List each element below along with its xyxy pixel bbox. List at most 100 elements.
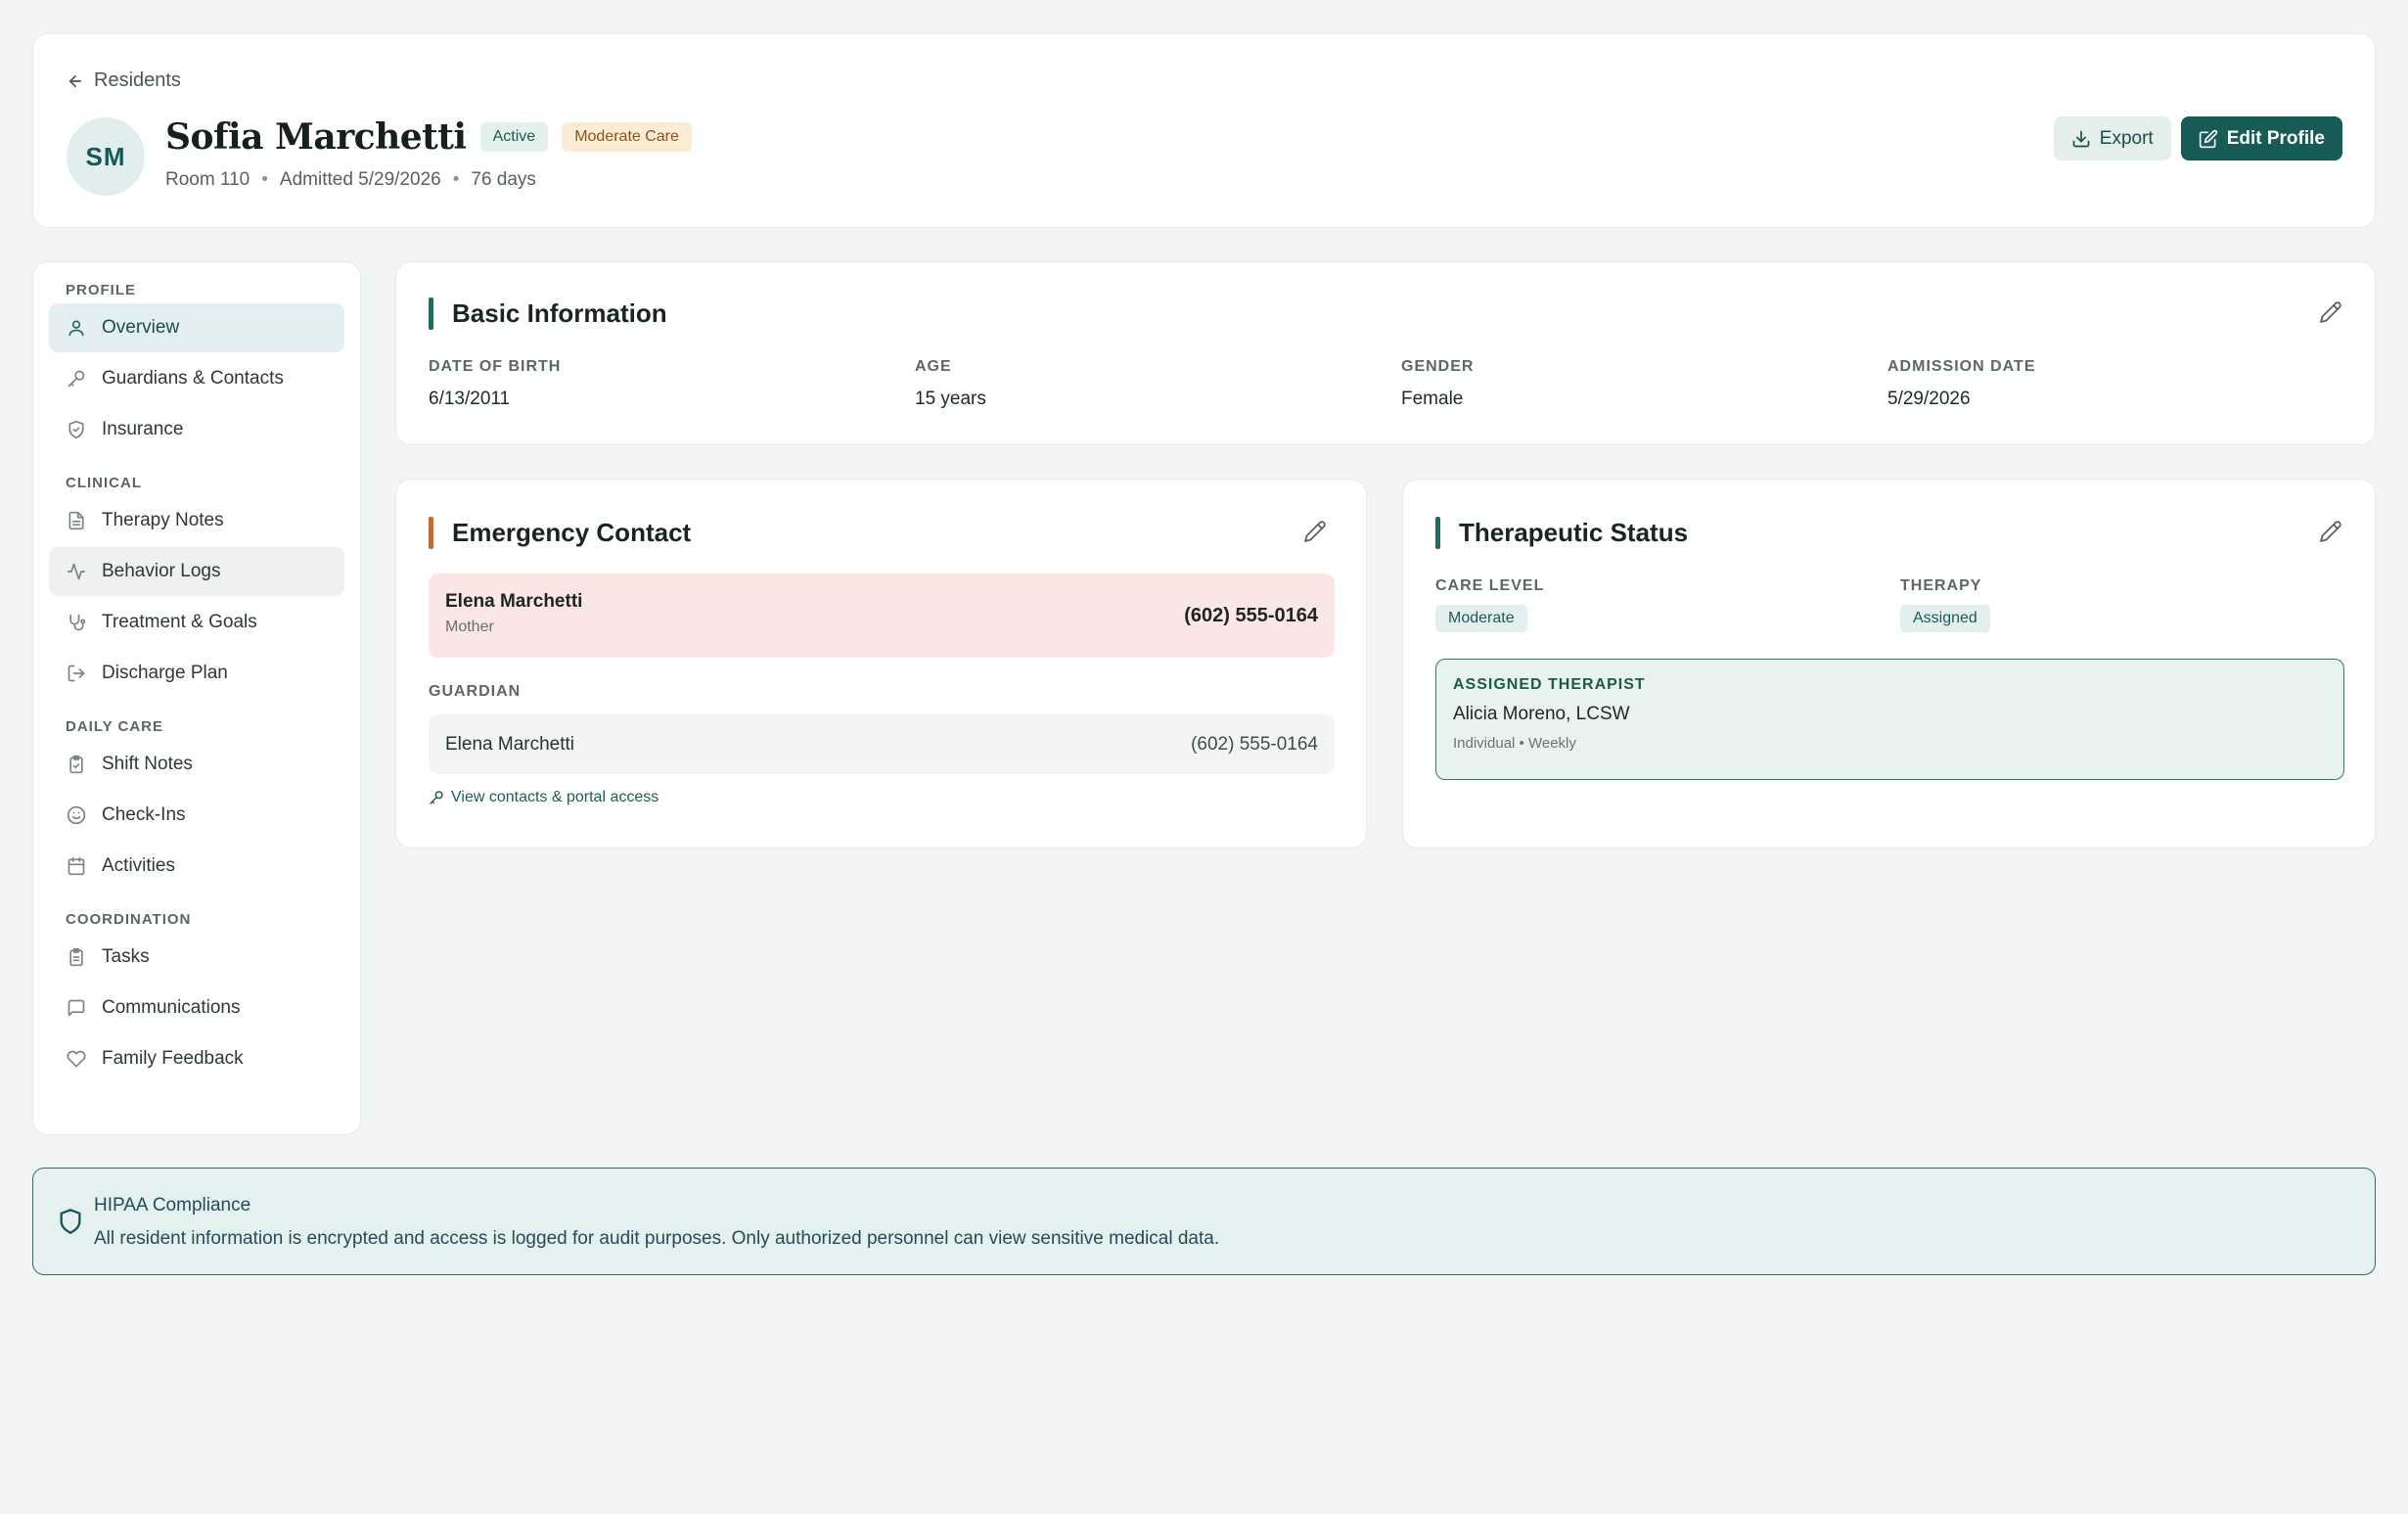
sidebar-item-label: Overview	[102, 317, 180, 338]
sidebar-item-activities[interactable]: Activities	[49, 842, 344, 891]
back-link-label: Residents	[94, 69, 181, 91]
sidebar-nav: PROFILE Overview Guardians & Contacts In…	[32, 261, 361, 1135]
emergency-contact-panel: Emergency Contact Elena Marchetti Mother…	[395, 479, 1367, 849]
sidebar-item-communications[interactable]: Communications	[49, 984, 344, 1032]
therapy-pill: Assigned	[1900, 605, 1990, 632]
sidebar-item-tasks[interactable]: Tasks	[49, 933, 344, 982]
care-level-field: CARE LEVEL Moderate	[1435, 577, 1544, 632]
log-out-icon	[67, 664, 86, 683]
field-admission-date: ADMISSION DATE 5/29/2026	[1887, 358, 2374, 410]
separator-dot: •	[261, 169, 268, 190]
sidebar-item-shift-notes[interactable]: Shift Notes	[49, 740, 344, 789]
care-level-label: CARE LEVEL	[1435, 577, 1545, 594]
therapeutic-status-panel: Therapeutic Status CARE LEVEL Moderate T…	[1402, 479, 2376, 849]
assigned-therapist-card: ASSIGNED THERAPIST Alicia Moreno, LCSW I…	[1435, 659, 2344, 780]
guardian-phone[interactable]: (602) 555-0164	[1191, 734, 1318, 756]
hipaa-text: All resident information is encrypted an…	[94, 1228, 1220, 1249]
view-contacts-label: View contacts & portal access	[451, 789, 659, 805]
nav-heading-clinical: CLINICAL	[66, 475, 142, 491]
sidebar-item-label: Behavior Logs	[102, 561, 221, 581]
pencil-icon[interactable]	[2319, 520, 2342, 543]
key-icon	[429, 790, 444, 805]
therapist-name: Alicia Moreno, LCSW	[1453, 704, 1630, 724]
basic-information-panel: Basic Information DATE OF BIRTH 6/13/201…	[395, 261, 2376, 445]
therapy-label: THERAPY	[1900, 577, 1982, 594]
field-label: ADMISSION DATE	[1887, 358, 2036, 375]
title-accent-bar	[1435, 517, 1440, 549]
emergency-contact-phone[interactable]: (602) 555-0164	[1184, 605, 1318, 627]
clipboard-check-icon	[67, 755, 86, 774]
basic-info-fields: DATE OF BIRTH 6/13/2011 AGE 15 years GEN…	[429, 358, 2374, 410]
activity-icon	[67, 562, 86, 581]
nav-heading-coordination: COORDINATION	[66, 911, 192, 928]
nav-section-clinical: CLINICAL Therapy Notes Behavior Logs Tre…	[33, 473, 360, 698]
sidebar-item-check-ins[interactable]: Check-Ins	[49, 791, 344, 840]
hipaa-compliance-banner: HIPAA Compliance All resident informatio…	[32, 1168, 2376, 1275]
care-level-badge: Moderate Care	[562, 122, 692, 152]
field-label: GENDER	[1401, 358, 1475, 375]
sidebar-item-label: Guardians & Contacts	[102, 368, 284, 389]
sidebar-item-label: Therapy Notes	[102, 510, 224, 530]
therapeutic-status-title: Therapeutic Status	[1459, 518, 1689, 547]
field-value: 5/29/2026	[1887, 389, 1971, 409]
sidebar-item-label: Activities	[102, 855, 175, 876]
sidebar-item-treatment-goals[interactable]: Treatment & Goals	[49, 598, 344, 647]
back-to-residents-link[interactable]: Residents	[67, 69, 181, 92]
arrow-left-icon	[67, 72, 84, 90]
sidebar-item-label: Insurance	[102, 419, 184, 439]
sidebar-item-label: Discharge Plan	[102, 663, 228, 683]
sidebar-item-label: Communications	[102, 997, 241, 1018]
sidebar-item-guardians[interactable]: Guardians & Contacts	[49, 354, 344, 403]
assigned-therapist-label: ASSIGNED THERAPIST	[1453, 676, 1646, 693]
panel-title: Therapeutic Status	[1435, 517, 1688, 549]
heart-icon	[67, 1049, 86, 1069]
admitted-date: Admitted 5/29/2026	[279, 169, 441, 190]
field-label: AGE	[915, 358, 952, 375]
title-accent-bar	[429, 298, 433, 330]
download-icon	[2071, 129, 2091, 149]
smile-icon	[67, 805, 86, 825]
resident-header: Residents SM Sofia Marchetti Active Mode…	[32, 33, 2376, 228]
care-level-pill: Moderate	[1435, 605, 1527, 632]
pencil-icon[interactable]	[1303, 520, 1327, 543]
sidebar-item-family-feedback[interactable]: Family Feedback	[49, 1034, 344, 1083]
days-count: 76 days	[471, 169, 536, 190]
sidebar-item-discharge-plan[interactable]: Discharge Plan	[49, 649, 344, 698]
sidebar-item-label: Family Feedback	[102, 1048, 244, 1069]
panel-title: Basic Information	[429, 298, 667, 330]
guardian-row: Elena Marchetti (602) 555-0164	[429, 714, 1335, 774]
edit-square-icon	[2199, 129, 2218, 149]
nav-section-coordination: COORDINATION Tasks Communications Family…	[33, 909, 360, 1083]
sidebar-item-label: Shift Notes	[102, 754, 193, 774]
sidebar-item-label: Check-Ins	[102, 804, 186, 825]
sidebar-item-label: Tasks	[102, 946, 150, 967]
pencil-icon[interactable]	[2319, 300, 2342, 324]
export-button[interactable]: Export	[2053, 116, 2171, 161]
edit-profile-button[interactable]: Edit Profile	[2180, 116, 2342, 161]
sidebar-item-therapy-notes[interactable]: Therapy Notes	[49, 496, 344, 545]
avatar: SM	[67, 117, 145, 196]
basic-info-title: Basic Information	[452, 298, 667, 328]
guardian-name: Elena Marchetti	[445, 733, 575, 755]
separator-dot: •	[452, 169, 460, 190]
nav-section-profile: PROFILE Overview Guardians & Contacts In…	[33, 280, 360, 454]
panel-title: Emergency Contact	[429, 517, 691, 549]
view-contacts-link[interactable]: View contacts & portal access	[429, 789, 659, 806]
file-text-icon	[67, 511, 86, 530]
user-icon	[67, 318, 86, 338]
clipboard-list-icon	[67, 947, 86, 967]
field-date-of-birth: DATE OF BIRTH 6/13/2011	[429, 358, 915, 410]
field-value: 15 years	[915, 389, 986, 409]
emergency-contact-card: Elena Marchetti Mother (602) 555-0164	[429, 573, 1335, 658]
sidebar-item-insurance[interactable]: Insurance	[49, 405, 344, 454]
guardian-label: GUARDIAN	[429, 683, 522, 700]
shield-check-icon	[67, 420, 86, 439]
key-icon	[67, 369, 86, 389]
field-value: 6/13/2011	[429, 389, 511, 409]
sidebar-item-label: Treatment & Goals	[102, 612, 257, 632]
edit-profile-label: Edit Profile	[2226, 127, 2325, 149]
field-age: AGE 15 years	[915, 358, 1401, 410]
sidebar-item-behavior-logs[interactable]: Behavior Logs	[49, 547, 344, 596]
message-square-icon	[67, 998, 86, 1018]
sidebar-item-overview[interactable]: Overview	[49, 303, 344, 352]
